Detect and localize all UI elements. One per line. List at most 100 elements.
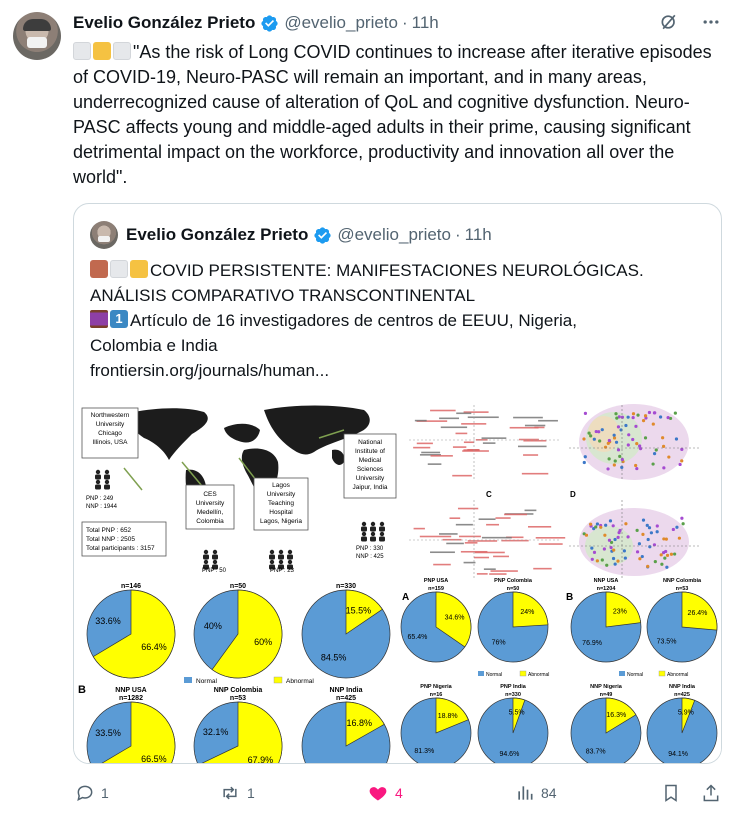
pie-title: NNP Nigeria [590, 684, 623, 690]
pie-title: PNP Colombia [494, 578, 533, 584]
tweet-body: "As the risk of Long COVID continues to … [73, 40, 723, 190]
map-box-line: CES [203, 491, 217, 498]
scatter-point [626, 443, 630, 447]
share-button[interactable] [701, 778, 721, 808]
count-text: PNP : 330 [356, 546, 384, 552]
legend-top: Normal Abnormal [184, 676, 314, 685]
author-name[interactable]: Evelio González Prieto [73, 13, 255, 33]
legend-abnormal: Abnormal [667, 672, 688, 678]
verified-badge-icon [314, 226, 331, 244]
pie-chart: 26.4% 73.5% NNP Colombia n=53 [646, 578, 718, 663]
scatter-point [645, 523, 649, 527]
scatter-point [616, 448, 621, 452]
flag-stripe-red [90, 260, 108, 278]
author-avatar[interactable] [13, 12, 61, 60]
pie-title: NNP Colombia [663, 578, 702, 584]
quoted-tweet[interactable]: Evelio González Prieto @evelio_prieto · … [73, 203, 722, 764]
totals-box: Total PNP : 652 Total NNP : 2505 Total p… [81, 521, 167, 557]
scatter-point [641, 419, 646, 423]
count-text: PNP : 50 [202, 568, 227, 574]
pie-label-normal: 65.4% [407, 634, 427, 641]
pie-label-normal: 81.3% [414, 748, 434, 755]
totals-line: Total PNP : 652 [86, 527, 131, 534]
pie-chart: 15.5% 84.5% n=330 [301, 583, 391, 679]
scatter-point [647, 410, 652, 415]
scatter-point [620, 457, 624, 462]
scatter-point [653, 560, 657, 564]
scatter-label-mark [419, 535, 452, 538]
quote-link[interactable]: frontiersin.org/journals/human... [90, 358, 710, 383]
tweet-time[interactable]: 11h [412, 13, 439, 33]
tweet-text: "As the risk of Long COVID continues to … [73, 42, 712, 187]
scatter-point [582, 460, 586, 465]
scatter-point [641, 532, 645, 536]
repost-button[interactable]: 1 [219, 778, 255, 808]
flag-emoji [90, 260, 148, 278]
scatter-point [631, 437, 635, 442]
scatter-point [589, 434, 593, 438]
pie-label-abnormal: 24% [520, 609, 534, 616]
scatter-point [620, 415, 625, 419]
pie-chart: 34.6% 65.4% PNP USA n=159 [400, 578, 472, 663]
scatter-label-mark [439, 533, 458, 535]
flag-emoji [73, 42, 131, 60]
views-button[interactable]: 84 [515, 778, 557, 808]
quote-body: COVID PERSISTENTE: MANIFESTACIONES NEURO… [90, 258, 710, 383]
author-handle[interactable]: @evelio_prieto [284, 13, 398, 33]
pie-title: PNP India [500, 684, 527, 690]
tweet-header: Evelio González Prieto @evelio_prieto · … [73, 12, 439, 34]
bookmark-button[interactable] [661, 778, 681, 808]
quote-author-handle[interactable]: @evelio_prieto [337, 225, 451, 245]
legend-normal: Normal [196, 678, 218, 685]
scatter-point [599, 525, 603, 529]
scatter-point [606, 467, 610, 471]
pie-n-label: n=330 [505, 692, 521, 698]
pie-label-normal: 40% [204, 621, 222, 631]
person-icon [379, 521, 385, 542]
panel-letter-d: D [570, 490, 576, 499]
scatter-point [622, 549, 626, 553]
keycap-one-icon: 1 [110, 310, 128, 328]
pie-label-normal: 94.1% [668, 751, 688, 758]
reply-button[interactable]: 1 [75, 778, 109, 808]
scatter-point [678, 462, 682, 467]
like-button[interactable]: 4 [367, 778, 403, 808]
scatter-point [654, 448, 658, 452]
scatter-point [662, 466, 666, 470]
pie-n-label: n=146 [121, 583, 141, 590]
scatter-label-mark [430, 455, 453, 457]
scatter-label-mark [490, 570, 518, 572]
scatter-label-mark [523, 454, 539, 456]
scatter-label-mark [467, 449, 480, 451]
quote-time[interactable]: 11h [465, 225, 492, 245]
scatter-point [589, 522, 593, 526]
pie-chart: 23% 76.9% NNP USA n=1204 [570, 578, 642, 663]
count-text: NNP : 1944 [86, 504, 118, 510]
scatter-label-mark [427, 463, 442, 465]
scatter-label-mark [456, 412, 472, 415]
quote-media-image[interactable]: Northwestern University Chicago Illinois… [74, 400, 721, 763]
scatter-label-mark [524, 424, 546, 427]
quote-line-4: Colombia e India [90, 336, 218, 355]
pie-chart: 24% 76% PNP Colombia n=50 [477, 578, 549, 663]
grok-icon[interactable] [658, 11, 680, 33]
more-icon[interactable] [700, 11, 722, 33]
scatter-point [604, 523, 608, 527]
quote-author-avatar[interactable] [90, 221, 118, 249]
scatter-point [658, 415, 663, 419]
scatter-panel-right: D [569, 404, 699, 578]
quote-author-name[interactable]: Evelio González Prieto [126, 225, 308, 245]
scatter-point [675, 525, 679, 529]
scatter-point [614, 412, 618, 416]
scatter-point [616, 425, 621, 429]
pie-n-label: n=50 [230, 583, 246, 590]
scatter-label-mark [449, 517, 461, 520]
scatter-point [582, 437, 586, 441]
scatter-point [659, 553, 663, 557]
scatter-point [612, 433, 616, 437]
quote-line: COVID PERSISTENTE: MANIFESTACIONES NEURO… [90, 258, 710, 283]
scatter-label-mark [413, 446, 431, 449]
quote-header: Evelio González Prieto @evelio_prieto · … [90, 220, 492, 250]
pie-label-normal: 32.1% [203, 727, 229, 737]
scatter-label-mark [489, 573, 507, 575]
